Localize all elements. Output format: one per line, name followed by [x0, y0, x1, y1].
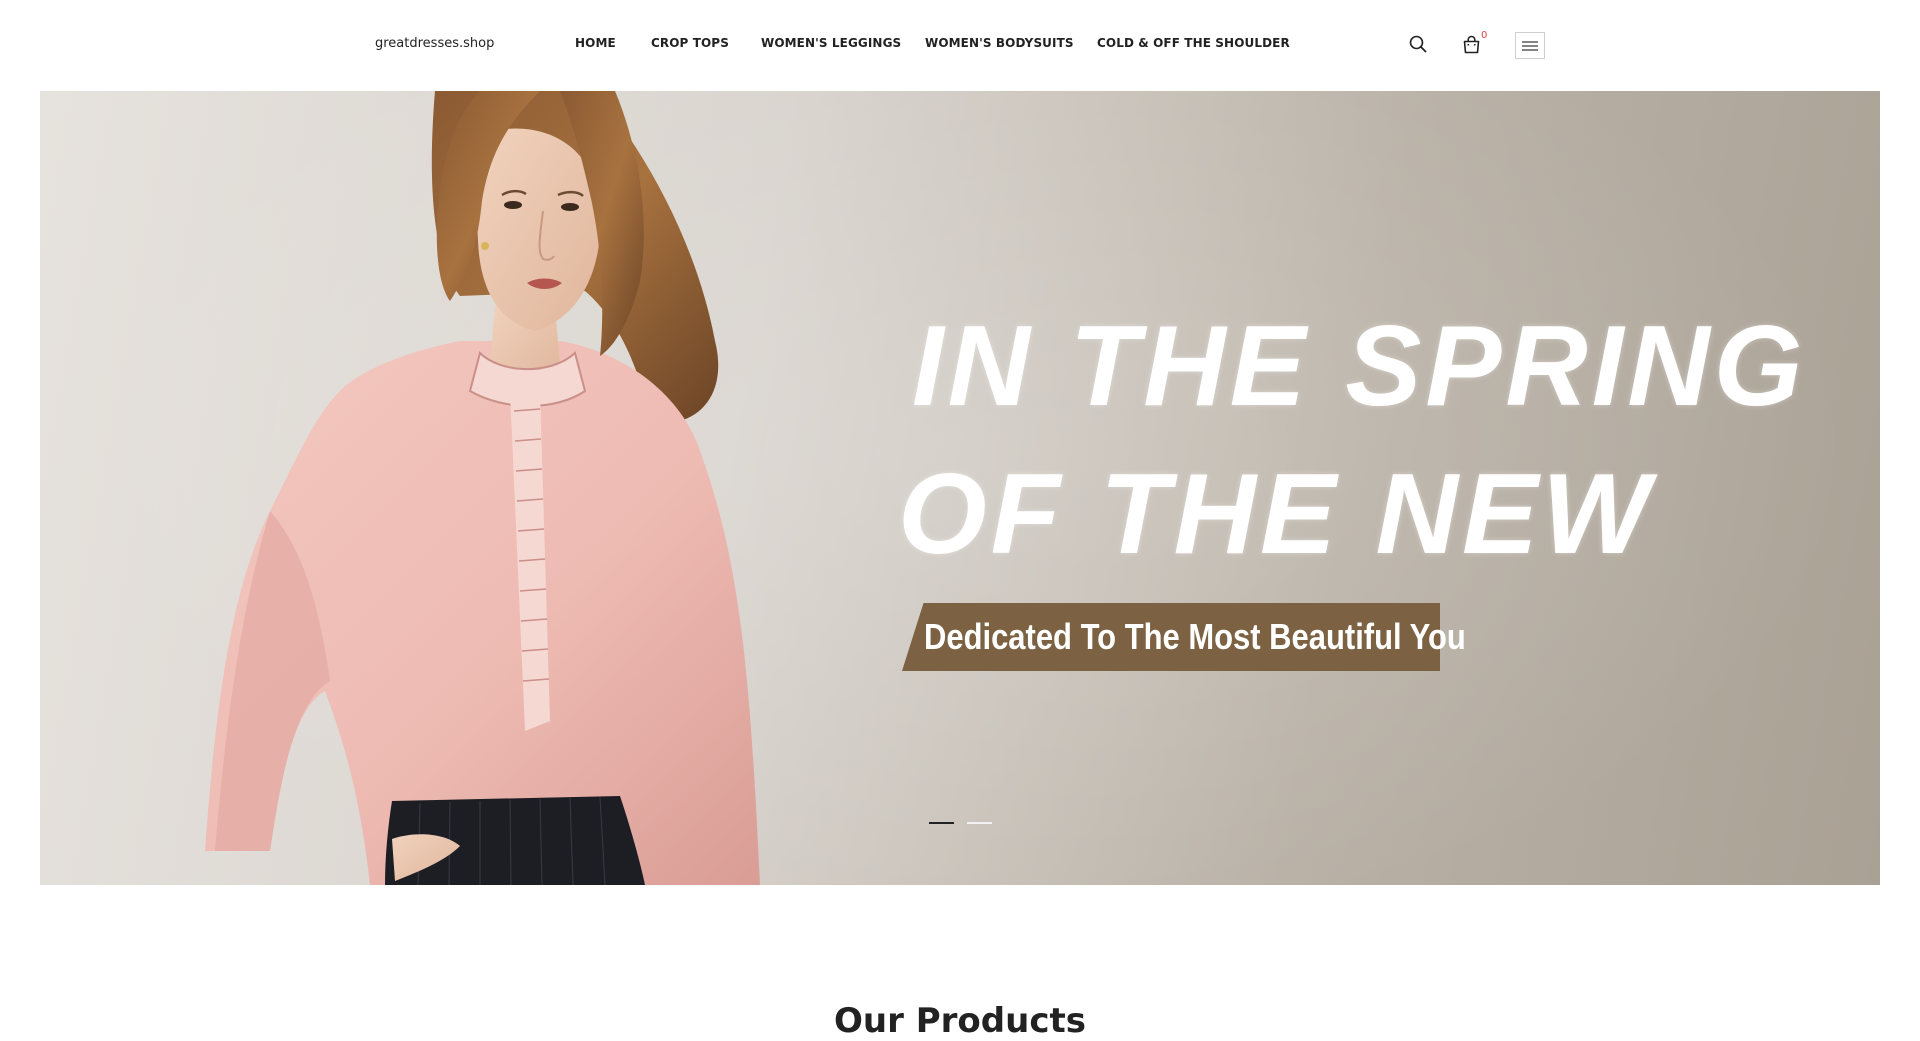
site-header: greatdresses.shop HOME CROP TOPS WOMEN'S…: [0, 0, 1920, 91]
shopping-bag-icon[interactable]: [1461, 34, 1481, 54]
hero-model-image: [205, 91, 760, 885]
nav-womens-bodysuits[interactable]: WOMEN'S BODYSUITS: [925, 36, 1074, 50]
search-icon[interactable]: [1408, 34, 1428, 54]
cart-count-badge: 0: [1481, 30, 1488, 41]
slider-dot-1-active[interactable]: [929, 822, 954, 824]
nav-home[interactable]: HOME: [575, 36, 616, 50]
hamburger-menu-icon[interactable]: [1515, 32, 1545, 59]
hero-headline-line-1: IN THE SPRING: [912, 303, 1807, 430]
nav-crop-tops[interactable]: CROP TOPS: [651, 36, 729, 50]
nav-womens-leggings[interactable]: WOMEN'S LEGGINGS: [761, 36, 901, 50]
main-nav: HOME CROP TOPS WOMEN'S LEGGINGS WOMEN'S …: [0, 36, 1920, 54]
hero-headline-line-2: OF THE NEW: [898, 451, 1654, 578]
products-section-title: Our Products: [834, 1001, 1086, 1041]
hero-slider[interactable]: IN THE SPRING OF THE NEW Dedicated To Th…: [40, 91, 1880, 885]
hero-tagline: Dedicated To The Most Beautiful You: [924, 616, 1466, 657]
slider-dot-2[interactable]: [967, 822, 992, 824]
nav-cold-off-the-shoulder[interactable]: COLD & OFF THE SHOULDER: [1097, 36, 1290, 50]
